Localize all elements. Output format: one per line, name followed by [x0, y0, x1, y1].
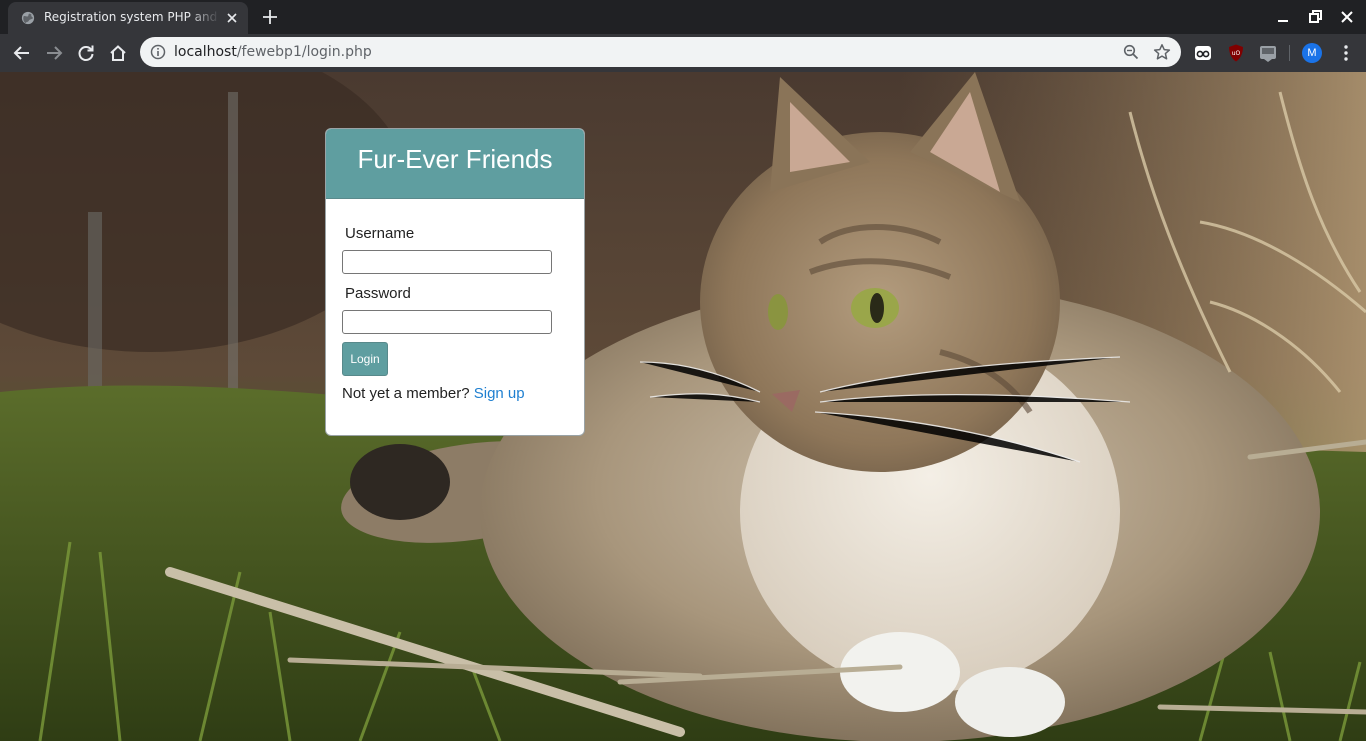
- address-bar[interactable]: localhost/fewebp1/login.php: [140, 37, 1181, 67]
- password-label: Password: [345, 285, 411, 302]
- member-prompt-text: Not yet a member?: [342, 385, 470, 402]
- username-label: Username: [345, 225, 415, 242]
- login-card-header: Fur-Ever Friends: [326, 129, 584, 199]
- url-host: localhost: [174, 44, 237, 60]
- reader-glasses-icon[interactable]: [1193, 43, 1213, 63]
- ublock-origin-icon[interactable]: uO: [1226, 43, 1246, 63]
- toolbar-separator: [1289, 45, 1290, 61]
- signup-prompt: Not yet a member? Sign up: [342, 385, 525, 402]
- username-input[interactable]: [342, 250, 552, 274]
- url-path: /fewebp1/login.php: [236, 44, 372, 60]
- cat-background-image: [0, 72, 1366, 741]
- home-icon[interactable]: [108, 43, 128, 63]
- back-arrow-icon[interactable]: [12, 43, 32, 63]
- password-input[interactable]: [342, 310, 552, 334]
- restore-icon[interactable]: [1306, 8, 1324, 26]
- minimize-icon[interactable]: [1274, 8, 1292, 26]
- login-card: Fur-Ever Friends Username Password Login…: [325, 128, 585, 436]
- zoom-icon[interactable]: [1123, 44, 1139, 60]
- tab-title: Registration system PHP and MySQL: [44, 10, 220, 24]
- globe-icon: [21, 11, 35, 25]
- forward-arrow-icon[interactable]: [44, 43, 64, 63]
- login-button[interactable]: Login: [342, 342, 388, 376]
- profile-avatar[interactable]: M: [1302, 43, 1322, 63]
- close-tab-icon[interactable]: [224, 10, 240, 26]
- signup-link[interactable]: Sign up: [474, 385, 525, 402]
- site-info-icon[interactable]: [150, 44, 166, 60]
- browser-toolbar: localhost/fewebp1/login.php uO M: [0, 34, 1366, 72]
- close-window-icon[interactable]: [1338, 8, 1356, 26]
- browser-tab-active[interactable]: Registration system PHP and MySQL: [8, 2, 248, 34]
- dsc-extension-icon[interactable]: [1258, 43, 1278, 63]
- svg-text:uO: uO: [1232, 50, 1241, 57]
- reload-icon[interactable]: [76, 43, 96, 63]
- page-viewport: Fur-Ever Friends Username Password Login…: [0, 72, 1366, 741]
- page-title: Fur-Ever Friends: [357, 144, 553, 174]
- browser-titlebar: Registration system PHP and MySQL: [0, 0, 1366, 34]
- bookmark-star-icon[interactable]: [1153, 43, 1171, 61]
- browser-menu-icon[interactable]: [1336, 43, 1356, 63]
- url-text[interactable]: localhost/fewebp1/login.php: [174, 44, 372, 60]
- new-tab-icon[interactable]: [259, 6, 281, 28]
